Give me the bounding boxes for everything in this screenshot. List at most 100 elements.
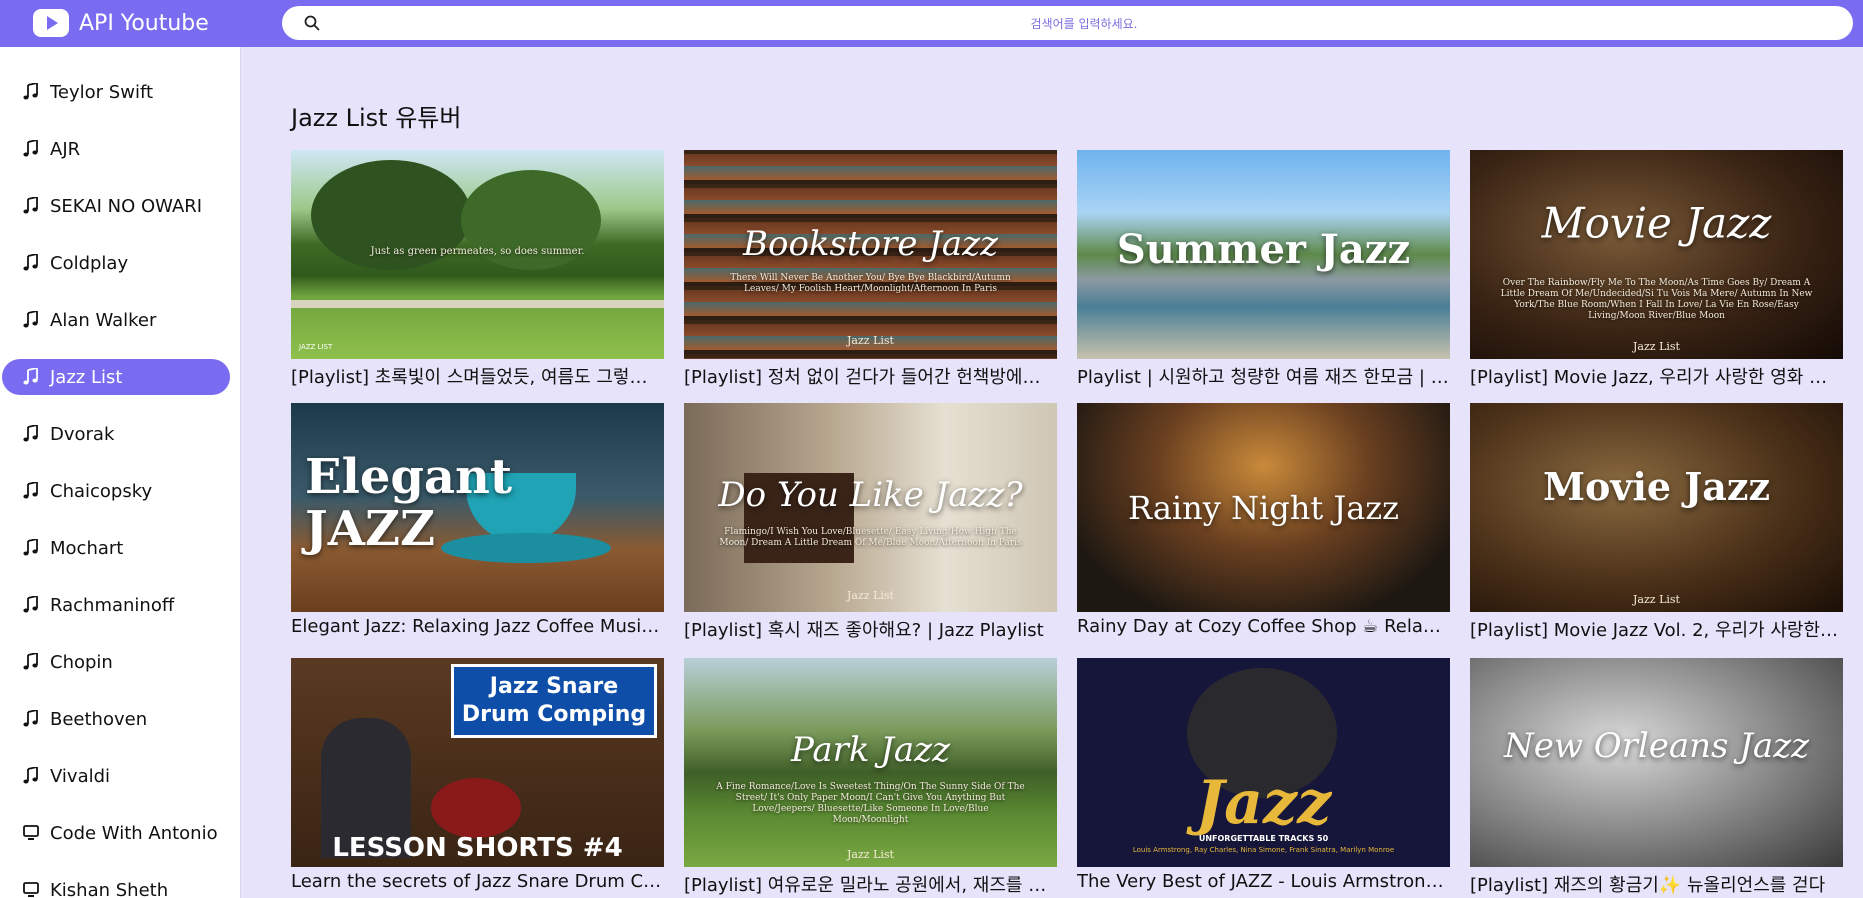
video-thumbnail[interactable]: Jazz Snare Drum Comping LESSON SHORTS #4 <box>291 658 664 867</box>
thumbnail-brand: Jazz List <box>847 334 894 347</box>
sidebar-item[interactable]: Teylor Swift <box>2 74 230 110</box>
sidebar-item[interactable]: Rachmaninoff <box>2 587 230 623</box>
monitor-icon <box>22 882 40 898</box>
video-title[interactable]: [Playlist] Movie Jazz, 우리가 사랑한 영화 속 재즈 <box>1470 363 1843 389</box>
thumbnail-brand: JAZZ LIST <box>299 343 333 351</box>
video-title[interactable]: [Playlist] Movie Jazz Vol. 2, 우리가 사랑한 영화… <box>1470 616 1843 642</box>
video-title[interactable]: The Very Best of JAZZ - Louis Armstrong,… <box>1077 871 1450 892</box>
thumbnail-title: Park Jazz <box>790 729 950 770</box>
sidebar-item-label: Code With Antonio <box>50 822 218 844</box>
music-note-icon <box>22 197 40 215</box>
thumbnail-brand: Louis Armstrong, Ray Charles, Nina Simon… <box>1132 846 1395 854</box>
sidebar-item[interactable]: Beethoven <box>2 701 230 737</box>
video-title[interactable]: Playlist | 시원하고 청량한 여름 재즈 한모금 | Summer J… <box>1077 363 1450 389</box>
thumbnail-brand: Jazz List <box>1633 593 1680 606</box>
thumbnail-title: Bookstore Jazz <box>742 224 999 265</box>
music-note-icon <box>22 539 40 557</box>
video-thumbnail[interactable]: Rainy Night Jazz <box>1077 403 1450 612</box>
thumbnail-brand: Jazz List <box>847 589 894 602</box>
video-thumbnail[interactable]: Park Jazz A Fine Romance/Love Is Sweetes… <box>684 658 1057 867</box>
sidebar-item[interactable]: Dvorak <box>2 416 230 452</box>
thumbnail-title: Jazz Snare Drum Comping <box>454 667 654 735</box>
music-note-icon <box>22 140 40 158</box>
sidebar-item[interactable]: SEKAI NO OWARI <box>2 188 230 224</box>
video-thumbnail[interactable]: Bookstore Jazz There Will Never Be Anoth… <box>684 150 1057 359</box>
sidebar-item-label: Mochart <box>50 537 124 559</box>
music-note-icon <box>22 368 40 386</box>
sidebar-item-label: Coldplay <box>50 252 129 274</box>
video-title[interactable]: [Playlist] 재즈의 황금기✨ 뉴올리언스를 걷다 <box>1470 871 1843 897</box>
sidebar-item[interactable]: Code With Antonio <box>2 815 230 851</box>
youtube-play-icon <box>33 9 69 37</box>
video-card[interactable]: Jazz Snare Drum Comping LESSON SHORTS #4… <box>291 658 664 892</box>
video-card[interactable]: Bookstore Jazz There Will Never Be Anoth… <box>684 150 1057 389</box>
video-thumbnail[interactable]: Summer Jazz <box>1077 150 1450 359</box>
thumbnail-title: Elegant JAZZ <box>305 449 513 558</box>
video-title[interactable]: Rainy Day at Cozy Coffee Shop ☕ Relaxing… <box>1077 616 1450 637</box>
thumbnail-title: Jazz <box>1195 768 1332 838</box>
music-note-icon <box>22 83 40 101</box>
thumbnail-title: Movie Jazz <box>1541 198 1772 248</box>
thumbnail-subtitle: Just as green permeates, so does summer. <box>370 246 585 257</box>
thumbnail-brand: Jazz List <box>1633 340 1680 353</box>
video-card[interactable]: Just as green permeates, so does summer.… <box>291 150 664 389</box>
sidebar-item[interactable]: Chopin <box>2 644 230 680</box>
video-title[interactable]: Learn the secrets of Jazz Snare Drum Com… <box>291 871 664 892</box>
search-bar[interactable] <box>282 6 1853 42</box>
sidebar-item-label: Rachmaninoff <box>50 594 175 616</box>
video-thumbnail[interactable]: Movie Jazz Jazz List <box>1470 403 1843 612</box>
video-card[interactable]: Rainy Night Jazz Rainy Day at Cozy Coffe… <box>1077 403 1450 637</box>
sidebar-item[interactable]: Mochart <box>2 530 230 566</box>
video-thumbnail[interactable]: Jazz UNFORGETTABLE TRACKS 50 Louis Armst… <box>1077 658 1450 867</box>
thumbnail-subtitle: Flamingo/I Wish You Love/Bluesette/ Easy… <box>719 527 1022 548</box>
sidebar-item[interactable]: Jazz List <box>2 359 230 395</box>
music-note-icon <box>22 425 40 443</box>
thumbnail-subtitle: UNFORGETTABLE TRACKS 50 <box>1198 834 1329 843</box>
video-title[interactable]: [Playlist] 혹시 재즈 좋아해요? | Jazz Playlist <box>684 616 1057 642</box>
thumbnail-subtitle: A Fine Romance/Love Is Sweetest Thing/On… <box>716 782 1025 825</box>
search-icon[interactable] <box>304 15 320 31</box>
sidebar-item[interactable]: Alan Walker <box>2 302 230 338</box>
search-input[interactable] <box>342 6 1826 42</box>
top-bar: API Youtube <box>0 0 1863 47</box>
video-thumbnail[interactable]: Do You Like Jazz? Flamingo/I Wish You Lo… <box>684 403 1057 612</box>
video-card[interactable]: Movie Jazz Jazz List [Playlist] Movie Ja… <box>1470 403 1843 642</box>
sidebar-item[interactable]: Kishan Sheth <box>2 872 230 898</box>
sidebar-item-label: Chopin <box>50 651 113 673</box>
music-note-icon <box>22 311 40 329</box>
video-title[interactable]: [Playlist] 초록빛이 스며들었듯, 여름도 그렇게 스며든다 | Ja… <box>291 363 664 389</box>
sidebar-item[interactable]: Vivaldi <box>2 758 230 794</box>
sidebar-item-label: Vivaldi <box>50 765 111 787</box>
music-note-icon <box>22 653 40 671</box>
video-card[interactable]: Do You Like Jazz? Flamingo/I Wish You Lo… <box>684 403 1057 642</box>
video-title[interactable]: [Playlist] 여유로운 밀라노 공원에서, 재즈를 들으며 <box>684 871 1057 897</box>
video-thumbnail[interactable]: Just as green permeates, so does summer.… <box>291 150 664 359</box>
monitor-icon <box>22 825 40 841</box>
video-thumbnail[interactable]: Elegant JAZZ <box>291 403 664 612</box>
video-card[interactable]: Movie Jazz Over The Rainbow/Fly Me To Th… <box>1470 150 1843 389</box>
sidebar-item-label: Alan Walker <box>50 309 157 331</box>
app-logo[interactable]: API Youtube <box>33 7 209 39</box>
sidebar-item-label: Kishan Sheth <box>50 879 169 898</box>
video-title[interactable]: Elegant Jazz: Relaxing Jazz Coffee Music… <box>291 616 664 637</box>
video-card[interactable]: Elegant JAZZ Elegant Jazz: Relaxing Jazz… <box>291 403 664 637</box>
video-card[interactable]: Park Jazz A Fine Romance/Love Is Sweetes… <box>684 658 1057 897</box>
thumbnail-title: Rainy Night Jazz <box>1128 488 1399 527</box>
video-thumbnail[interactable]: New Orleans Jazz <box>1470 658 1843 867</box>
sidebar-item[interactable]: Coldplay <box>2 245 230 281</box>
sidebar-item-label: Beethoven <box>50 708 148 730</box>
video-card[interactable]: Jazz UNFORGETTABLE TRACKS 50 Louis Armst… <box>1077 658 1450 892</box>
thumbnail-title: New Orleans Jazz <box>1503 725 1810 766</box>
app-title: API Youtube <box>79 10 209 36</box>
sidebar-item[interactable]: AJR <box>2 131 230 167</box>
sidebar-item-label: Teylor Swift <box>50 81 154 103</box>
sidebar-item-label: Jazz List <box>50 366 123 388</box>
sidebar-item-label: Chaicopsky <box>50 480 153 502</box>
video-thumbnail[interactable]: Movie Jazz Over The Rainbow/Fly Me To Th… <box>1470 150 1843 359</box>
video-title[interactable]: [Playlist] 정처 없이 걷다가 들어간 헌책방에서 흘러나오는 재즈 <box>684 363 1057 389</box>
music-note-icon <box>22 254 40 272</box>
sidebar-item[interactable]: Chaicopsky <box>2 473 230 509</box>
video-card[interactable]: New Orleans Jazz [Playlist] 재즈의 황금기✨ 뉴올리… <box>1470 658 1843 897</box>
sidebar-item-label: SEKAI NO OWARI <box>50 195 203 217</box>
video-card[interactable]: Summer Jazz Playlist | 시원하고 청량한 여름 재즈 한모… <box>1077 150 1450 389</box>
